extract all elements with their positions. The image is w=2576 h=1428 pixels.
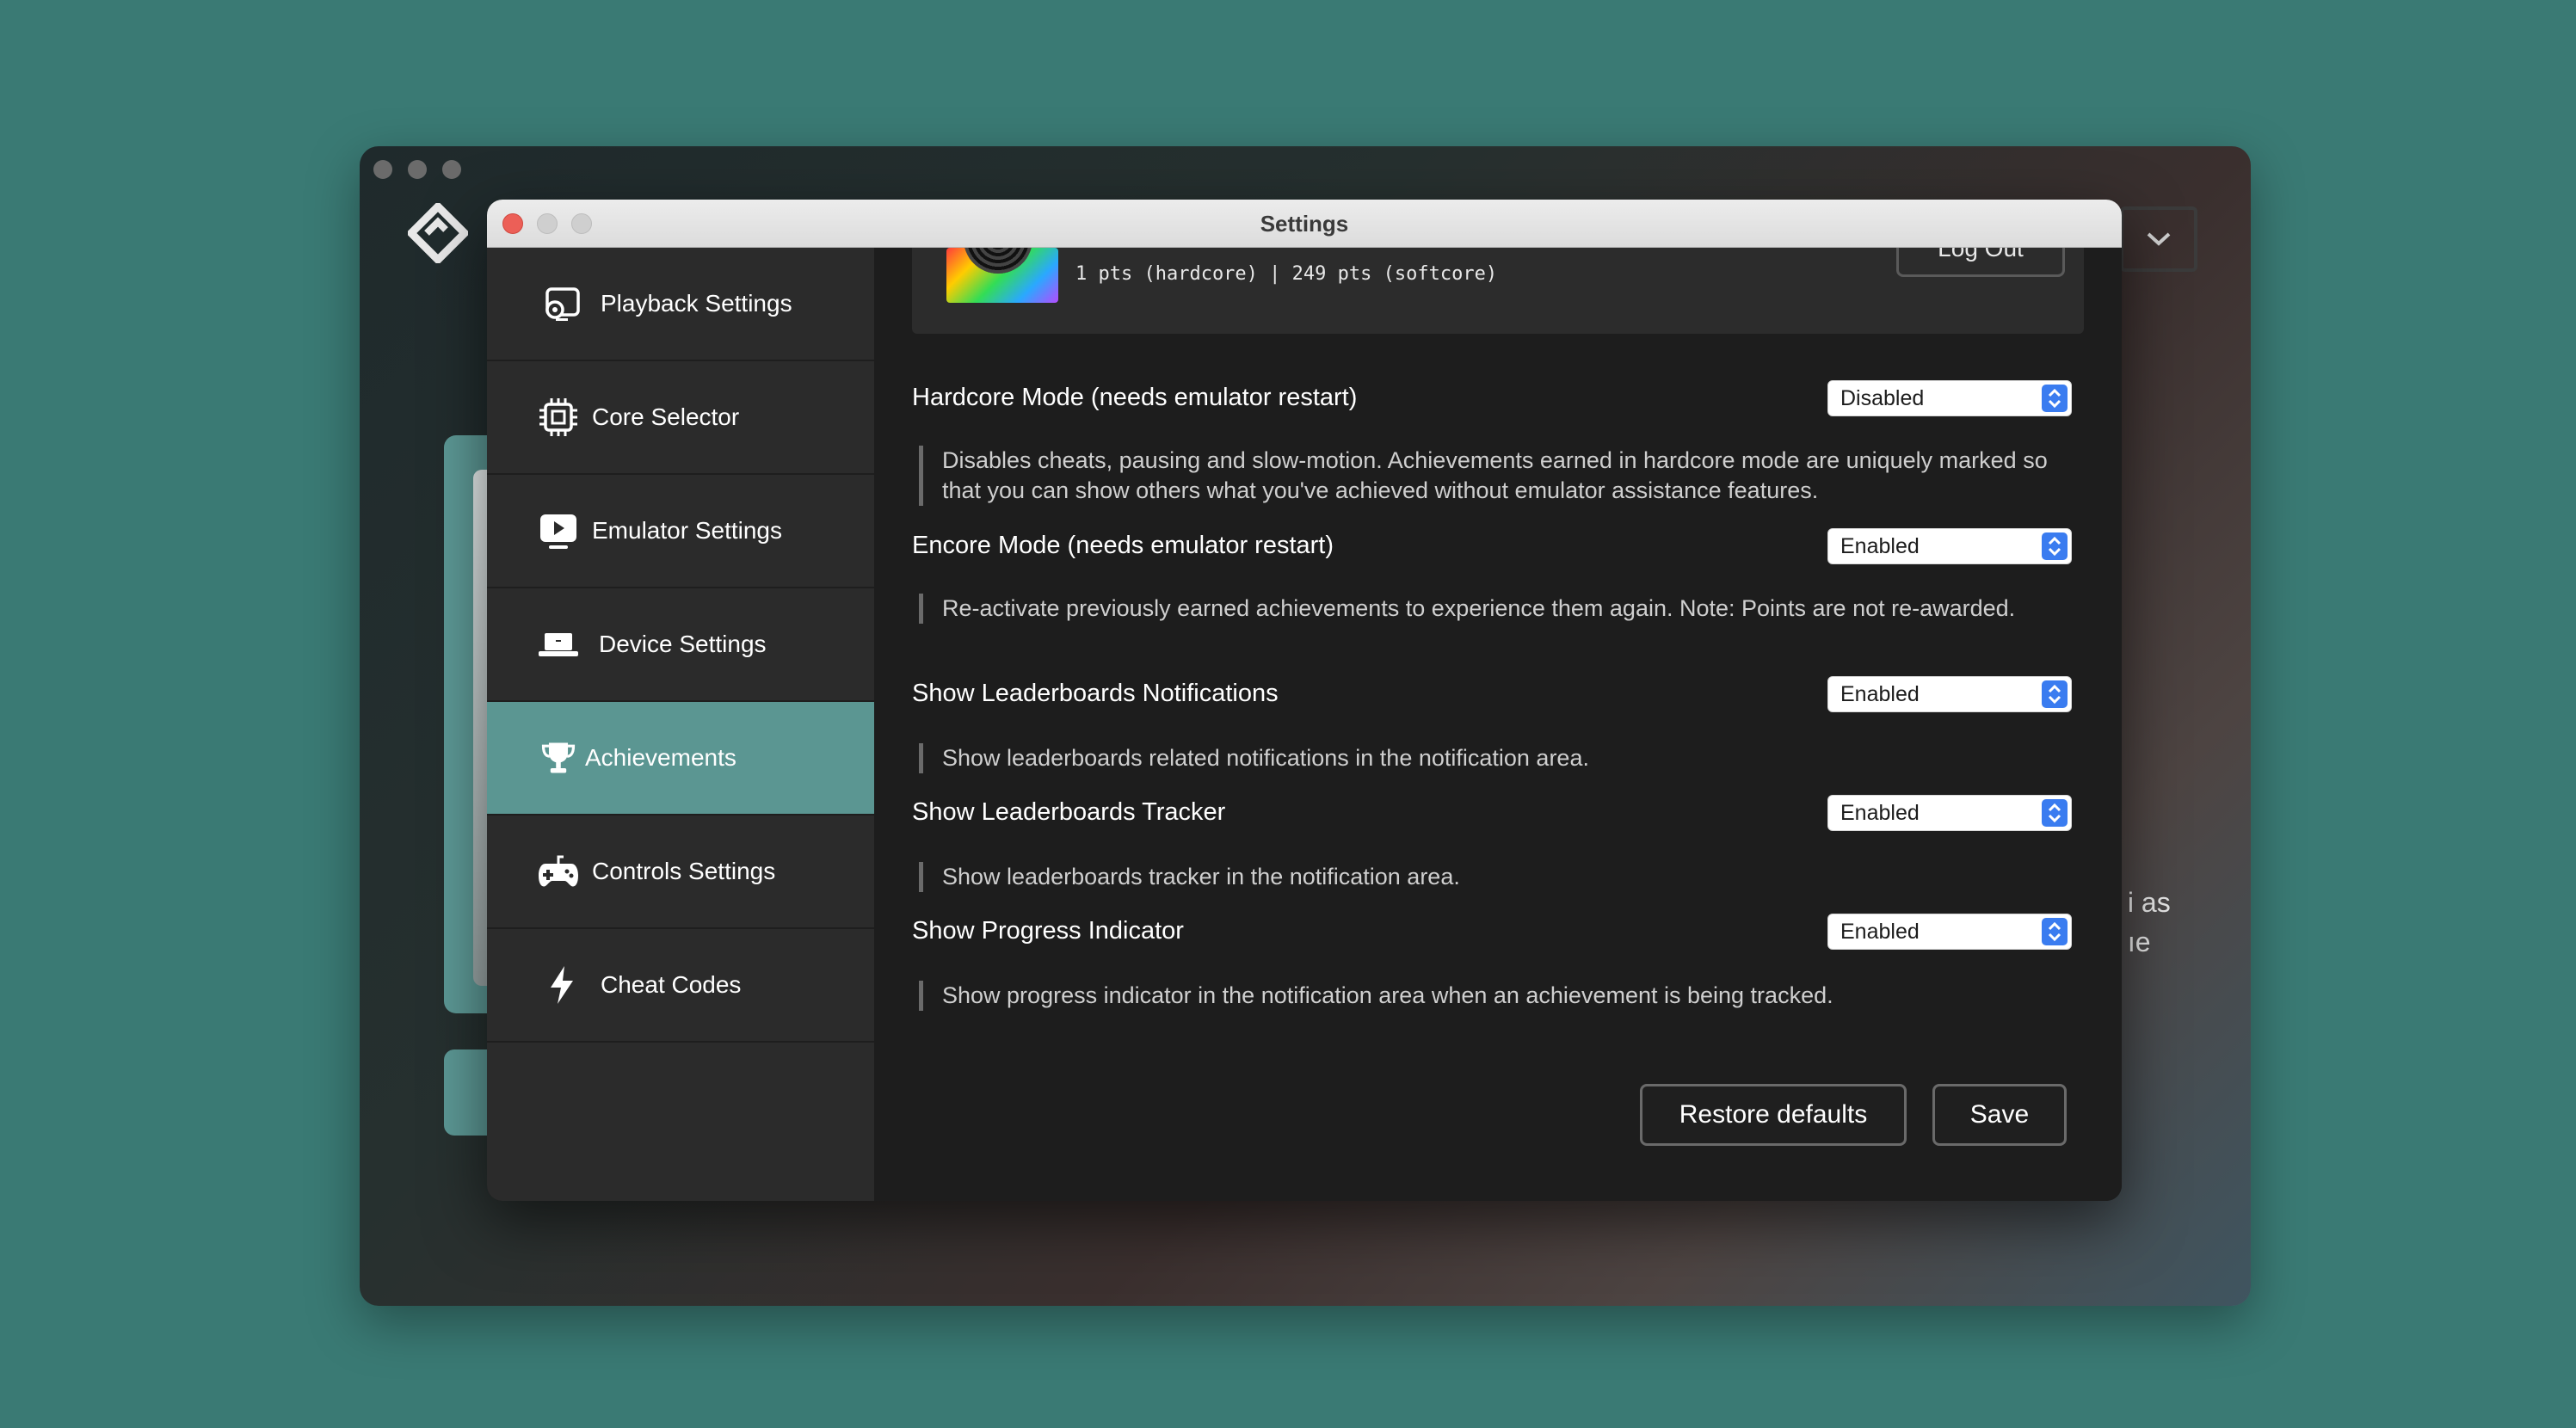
sidebar-item-label: Cheat Codes: [601, 971, 742, 998]
leaderboards-notifications-label: Show Leaderboards Notifications: [912, 680, 1279, 707]
sidebar-item-achievements[interactable]: Achievements: [487, 702, 874, 816]
hardcore-mode-description: Disables cheats, pausing and slow-motion…: [919, 446, 2055, 506]
leaderboards-notifications-description: Show leaderboards related notifications …: [919, 743, 2055, 773]
select-chevron-icon: [2042, 532, 2068, 560]
leaderboards-notifications-select[interactable]: Enabled: [1827, 676, 2072, 712]
bg-partial-text: i as ıe: [2127, 887, 2171, 957]
account-points: 1 pts (hardcore) | 249 pts (softcore): [1075, 263, 1498, 285]
sidebar-item-device-settings[interactable]: Device Settings: [487, 588, 874, 702]
progress-indicator-description: Show progress indicator in the notificat…: [919, 981, 2055, 1011]
leaderboards-tracker-select[interactable]: Enabled: [1827, 795, 2072, 831]
lightning-icon: [539, 962, 585, 1008]
sidebar-item-cheat-codes[interactable]: Cheat Codes: [487, 929, 874, 1043]
account-card: 1 pts (hardcore) | 249 pts (softcore) Lo…: [912, 248, 2084, 334]
title-bar: Settings: [487, 200, 2122, 248]
sidebar-item-label: Controls Settings: [592, 858, 776, 884]
sidebar-item-label: Playback Settings: [601, 290, 792, 317]
background-window-controls: [373, 160, 461, 179]
bg-minimize-dot[interactable]: [408, 160, 427, 179]
hardcore-mode-label: Hardcore Mode (needs emulator restart): [912, 384, 1358, 411]
laptop-icon: [535, 621, 582, 668]
select-value: Disabled: [1840, 386, 1925, 410]
sidebar-item-playback-settings[interactable]: Playback Settings: [487, 248, 874, 361]
leaderboards-tracker-description: Show leaderboards tracker in the notific…: [919, 862, 2055, 892]
settings-sidebar: Playback Settings Core Selector Emulator…: [487, 248, 874, 1201]
select-value: Enabled: [1840, 682, 1920, 706]
select-chevron-icon: [2042, 799, 2068, 827]
avatar: [946, 248, 1058, 303]
select-value: Enabled: [1840, 920, 1920, 944]
sidebar-item-label: Achievements: [585, 744, 736, 771]
bg-maximize-dot[interactable]: [442, 160, 461, 179]
sidebar-item-core-selector[interactable]: Core Selector: [487, 361, 874, 475]
select-chevron-icon: [2042, 385, 2068, 412]
select-value: Enabled: [1840, 534, 1920, 558]
restore-defaults-button[interactable]: Restore defaults: [1640, 1084, 1907, 1146]
bg-close-dot[interactable]: [373, 160, 392, 179]
select-chevron-icon: [2042, 680, 2068, 708]
encore-mode-description: Re-activate previously earned achievemen…: [919, 594, 2055, 624]
window-title: Settings: [1260, 211, 1349, 237]
encore-mode-label: Encore Mode (needs emulator restart): [912, 532, 1334, 559]
sidebar-item-label: Device Settings: [599, 631, 767, 657]
sidebar-item-controls-settings[interactable]: Controls Settings: [487, 816, 874, 929]
sidebar-item-label: Core Selector: [592, 403, 740, 430]
select-value: Enabled: [1840, 801, 1920, 825]
settings-dialog: Settings Playback Settings Core Selector…: [487, 200, 2122, 1201]
save-button[interactable]: Save: [1932, 1084, 2067, 1146]
leaderboards-tracker-label: Show Leaderboards Tracker: [912, 798, 1226, 826]
bg-chevron-down-icon[interactable]: [2120, 206, 2197, 272]
gamepad-icon: [535, 848, 582, 895]
logout-button[interactable]: Log Out: [1896, 248, 2065, 277]
play-screen-icon: [535, 508, 582, 554]
trophy-icon: [539, 735, 578, 781]
progress-indicator-select[interactable]: Enabled: [1827, 914, 2072, 950]
chip-icon: [535, 394, 582, 440]
sidebar-item-emulator-settings[interactable]: Emulator Settings: [487, 475, 874, 588]
encore-mode-select[interactable]: Enabled: [1827, 528, 2072, 564]
sidebar-item-label: Emulator Settings: [592, 517, 782, 544]
progress-indicator-label: Show Progress Indicator: [912, 917, 1184, 945]
select-chevron-icon: [2042, 918, 2068, 945]
gear-screen-icon: [539, 280, 585, 327]
app-logo-icon: [405, 200, 471, 266]
hardcore-mode-select[interactable]: Disabled: [1827, 380, 2072, 416]
